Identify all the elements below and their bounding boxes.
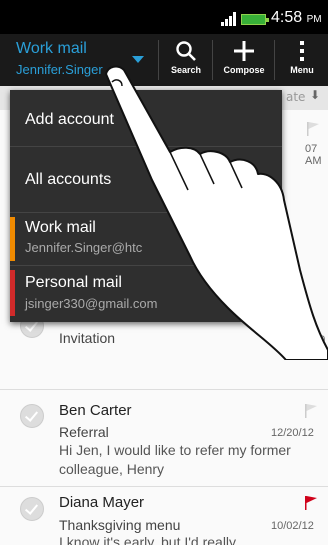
email-snippet: I know it's early, but I'd really	[59, 534, 237, 545]
overflow-menu-icon	[300, 41, 304, 61]
menu-item-label: All accounts	[25, 171, 112, 188]
email-sender: Diana Mayer	[59, 494, 145, 511]
account-color-bar	[10, 270, 15, 316]
clock: 4:58 PM	[271, 9, 322, 26]
email-sender: Ben Carter	[59, 402, 132, 419]
search-icon	[176, 41, 196, 61]
account-color-bar	[10, 217, 15, 261]
signal-icon	[221, 12, 236, 26]
select-checkbox[interactable]	[20, 404, 44, 428]
pointing-hand-illustration	[105, 65, 328, 360]
status-bar: 4:58 PM	[0, 0, 328, 34]
screen: 4:58 PM Work mail Jennifer.Singer Search…	[0, 0, 328, 545]
email-date: 10/02/12	[271, 520, 314, 532]
menu-item-label: Work mail	[25, 219, 96, 236]
account-subtitle[interactable]: Jennifer.Singer	[16, 62, 103, 77]
plus-icon	[234, 41, 254, 61]
select-checkbox[interactable]	[20, 497, 44, 521]
email-date: 12/20/12	[271, 427, 314, 439]
flag-icon[interactable]	[305, 404, 317, 418]
battery-icon	[241, 14, 269, 25]
email-subject: Thanksgiving menu	[59, 517, 181, 533]
flag-icon[interactable]	[305, 496, 317, 510]
list-item[interactable]: Diana Mayer Thanksgiving menu 10/02/12 I…	[0, 487, 328, 545]
email-subject: Referral	[59, 424, 109, 440]
list-item[interactable]: Ben Carter Referral 12/20/12 Hi Jen, I w…	[0, 390, 328, 485]
email-snippet: Hi Jen, I would like to refer my former …	[59, 442, 291, 477]
account-title[interactable]: Work mail	[16, 40, 87, 58]
